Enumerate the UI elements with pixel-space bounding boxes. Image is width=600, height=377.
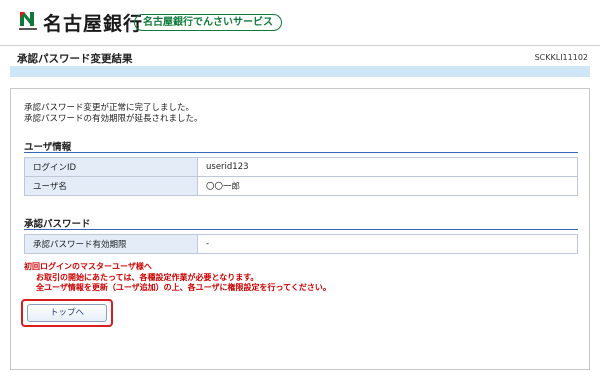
section-divider xyxy=(24,152,578,153)
header: 名古屋銀行 名古屋銀行でんさいサービス xyxy=(0,0,600,40)
section-divider xyxy=(24,229,578,230)
table-row: ユーザ名 〇〇一郎 xyxy=(24,176,578,196)
bank-logo-icon xyxy=(17,10,39,32)
notice-line: 全ユーザ情報を更新（ユーザ追加）の上、各ユーザに権限設定を行ってください。 xyxy=(36,283,331,292)
header-band xyxy=(10,66,590,77)
section-title-user-info: ユーザ情報 xyxy=(24,142,72,153)
login-id-label: ログインID xyxy=(24,157,198,177)
user-info-table: ログインID userid123 ユーザ名 〇〇一郎 xyxy=(24,157,578,196)
notice-message: 初回ログインのマスターユーザ様へ お取引の開始にあたっては、各種設定作業が必要と… xyxy=(24,262,331,294)
login-id-value: userid123 xyxy=(197,157,578,177)
content-panel: 承認パスワード変更が正常に完了しました。 承認パスワードの有効期限が延長されまし… xyxy=(10,88,590,370)
table-row: ログインID userid123 xyxy=(24,157,578,177)
top-button-highlight: トップへ xyxy=(21,299,113,327)
approval-password-table: 承認パスワード有効期限 - xyxy=(24,234,578,254)
password-expiry-value: - xyxy=(197,234,578,254)
result-message: 承認パスワード変更が正常に完了しました。 承認パスワードの有効期限が延長されまし… xyxy=(24,103,203,125)
table-row: 承認パスワード有効期限 - xyxy=(24,234,578,254)
screen-id: SCKKLI11102 xyxy=(534,53,588,62)
result-message-line: 承認パスワード変更が正常に完了しました。 xyxy=(24,103,195,113)
page-title: 承認パスワード変更結果 xyxy=(17,53,133,65)
password-expiry-label: 承認パスワード有効期限 xyxy=(24,234,198,254)
result-message-line: 承認パスワードの有効期限が延長されました。 xyxy=(24,114,203,124)
section-title-approval-password: 承認パスワード xyxy=(24,219,91,230)
top-button[interactable]: トップへ xyxy=(27,304,107,322)
notice-line: 初回ログインのマスターユーザ様へ xyxy=(24,262,152,271)
service-badge: 名古屋銀行でんさいサービス xyxy=(134,14,282,31)
bank-name: 名古屋銀行 xyxy=(43,13,144,35)
user-name-value: 〇〇一郎 xyxy=(197,176,578,196)
notice-line: お取引の開始にあたっては、各種設定作業が必要となります。 xyxy=(36,272,259,282)
user-name-label: ユーザ名 xyxy=(24,176,198,196)
title-row: 承認パスワード変更結果 SCKKLI11102 xyxy=(0,45,600,66)
